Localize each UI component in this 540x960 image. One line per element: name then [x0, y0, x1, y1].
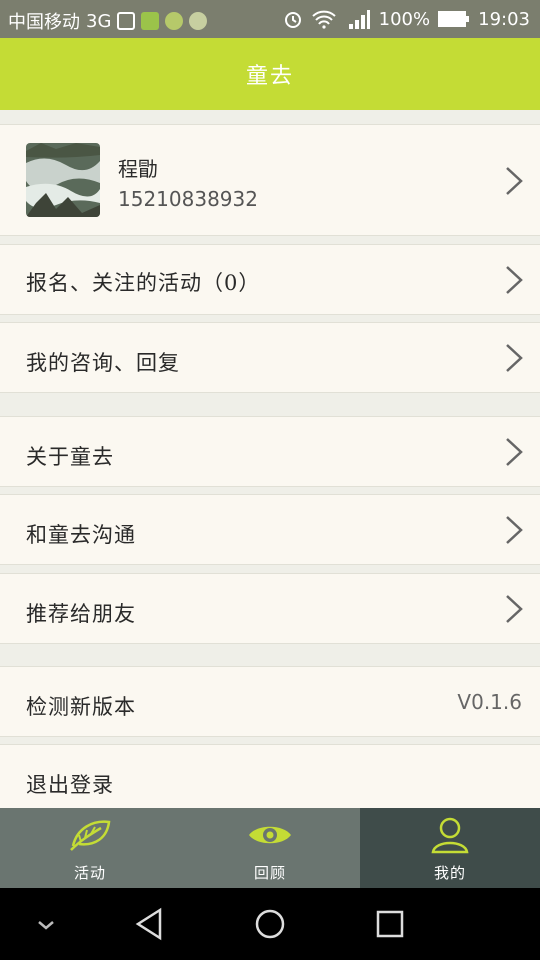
app-header: 童去 [0, 38, 540, 110]
tab-activities[interactable]: 活动 [0, 808, 180, 888]
menu-item-activities[interactable]: 报名、关注的活动（0） [0, 244, 540, 315]
menu-label-activities: 报名、关注的活动（0） [26, 271, 261, 295]
menu-item-logout[interactable]: 退出登录 [0, 744, 540, 808]
tab-mine[interactable]: 我的 [360, 808, 540, 888]
home-icon[interactable] [250, 906, 290, 942]
menu-label-recommend: 推荐给朋友 [26, 602, 136, 626]
alarm-icon [284, 12, 301, 28]
wifi-icon [311, 10, 336, 29]
chevron-right-icon [506, 266, 523, 294]
tab-label-mine: 我的 [433, 864, 466, 882]
tab-label-review: 回顾 [253, 864, 286, 882]
hide-keyboard-icon[interactable] [26, 906, 66, 942]
battery-icon [438, 11, 470, 27]
tab-review[interactable]: 回顾 [180, 808, 360, 888]
carrier-label: 中国移动 [8, 12, 80, 33]
back-icon[interactable] [130, 906, 170, 942]
leaf-icon [70, 820, 111, 851]
signal-icon [348, 10, 370, 29]
menu-label-update: 检测新版本 [26, 695, 136, 719]
chevron-right-icon [506, 516, 523, 544]
version-label: V0.1.6 [457, 690, 522, 714]
menu-item-recommend[interactable]: 推荐给朋友 [0, 573, 540, 644]
menu-item-update[interactable]: 检测新版本 V0.1.6 [0, 666, 540, 737]
status-bar: 中国移动 3G 100% 19:03 [0, 0, 540, 38]
menu-item-contact[interactable]: 和童去沟通 [0, 494, 540, 565]
menu-item-consult[interactable]: 我的咨询、回复 [0, 322, 540, 393]
network-label: 3G [86, 10, 112, 32]
status-left: 中国移动 3G [8, 8, 208, 34]
battery-label: 100% [378, 8, 431, 30]
chat-notification-icon [165, 12, 184, 30]
menu-label-about: 关于童去 [26, 445, 114, 469]
screenshot-icon [117, 12, 136, 30]
status-right: 100% 19:03 [283, 8, 530, 30]
message-notification-icon [189, 12, 208, 30]
menu-label-contact: 和童去沟通 [26, 523, 136, 547]
chevron-right-icon [506, 438, 523, 466]
menu-label-logout: 退出登录 [26, 773, 114, 797]
page-title: 童去 [245, 64, 294, 89]
clock-label: 19:03 [478, 8, 530, 30]
eye-icon [249, 826, 291, 844]
menu-item-about[interactable]: 关于童去 [0, 416, 540, 487]
chevron-right-icon [506, 595, 523, 623]
tab-label-activities: 活动 [73, 864, 106, 882]
avatar [26, 143, 100, 217]
menu-label-consult: 我的咨询、回复 [26, 351, 180, 375]
user-name: 程勖 [118, 157, 158, 181]
user-phone: 15210838932 [118, 187, 258, 211]
chevron-right-icon [506, 167, 523, 195]
user-icon [431, 817, 469, 854]
recents-icon[interactable] [370, 906, 410, 942]
tab-bar: 活动 回顾 我的 [0, 808, 540, 888]
system-nav-bar [0, 888, 540, 960]
profile-card[interactable]: 程勖 15210838932 [0, 124, 540, 236]
app-notification-icon [141, 12, 160, 30]
settings-list: 程勖 15210838932 报名、关注的活动（0） 我的咨询、回复 关于童去 … [0, 110, 540, 808]
chevron-right-icon [506, 344, 523, 372]
